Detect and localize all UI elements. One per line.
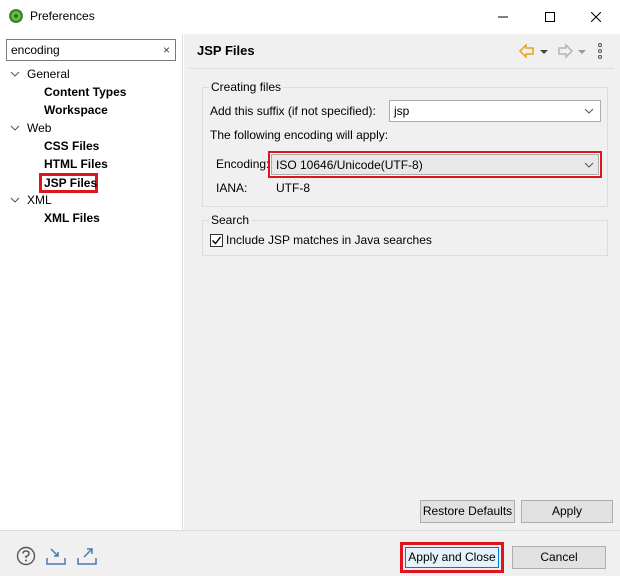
cancel-button[interactable]: Cancel: [512, 546, 606, 569]
suffix-value: jsp: [394, 104, 410, 118]
export-icon[interactable]: [76, 546, 98, 566]
tree-label-workspace: Workspace: [44, 103, 108, 117]
include-jsp-label[interactable]: Include JSP matches in Java searches: [226, 233, 432, 247]
iana-value: UTF-8: [276, 181, 310, 195]
apply-and-close-highlight: Apply and Close: [400, 542, 504, 573]
tree-label-jsp-files: JSP Files: [44, 176, 98, 190]
tree-label-general: General: [27, 67, 70, 81]
restore-defaults-button[interactable]: Restore Defaults: [420, 500, 515, 523]
eclipse-logo-icon: [9, 9, 23, 23]
maximize-icon: [545, 12, 555, 22]
import-icon[interactable]: [45, 546, 67, 566]
page-title: JSP Files: [197, 43, 255, 58]
suffix-combo[interactable]: jsp: [389, 100, 601, 122]
maximize-button[interactable]: [527, 4, 573, 30]
chevron-down-icon[interactable]: [10, 65, 20, 83]
page-header: JSP Files: [184, 34, 620, 68]
title-bar: Preferences: [0, 0, 620, 34]
forward-arrow-icon[interactable]: [556, 42, 574, 60]
filter-text: encoding: [11, 43, 60, 57]
suffix-label: Add this suffix (if not specified):: [210, 104, 376, 118]
apply-and-close-button[interactable]: Apply and Close: [405, 547, 499, 568]
back-arrow-icon[interactable]: [518, 42, 536, 60]
preference-tree-panel: encoding × General Content Types Workspa…: [0, 34, 183, 530]
dialog-button-bar: Apply and Close Cancel: [0, 530, 620, 576]
tree-label-html-files: HTML Files: [44, 157, 108, 171]
checkmark-icon: [212, 236, 222, 245]
encoding-note: The following encoding will apply:: [210, 128, 389, 142]
chevron-down-icon[interactable]: [10, 119, 20, 137]
forward-dropdown-icon[interactable]: [578, 42, 586, 60]
tree-label-css-files: CSS Files: [44, 139, 100, 153]
tree-label-content-types: Content Types: [44, 85, 127, 99]
window-title: Preferences: [30, 9, 95, 23]
close-icon: [591, 12, 601, 22]
tree-label-xml: XML: [27, 193, 52, 207]
minimize-button[interactable]: [480, 4, 526, 30]
encoding-value: ISO 10646/Unicode(UTF-8): [276, 158, 423, 172]
apply-button[interactable]: Apply: [521, 500, 613, 523]
include-jsp-checkbox[interactable]: [210, 234, 223, 247]
creating-files-title: Creating files: [209, 80, 284, 94]
chevron-down-icon[interactable]: [10, 191, 20, 209]
close-button[interactable]: [573, 4, 619, 30]
iana-label: IANA:: [216, 181, 248, 195]
encoding-label: Encoding:: [216, 157, 270, 171]
chevron-down-icon: [584, 108, 594, 114]
help-icon[interactable]: [15, 546, 37, 566]
tree-label-xml-files: XML Files: [44, 211, 100, 225]
back-dropdown-icon[interactable]: [540, 42, 548, 60]
clear-filter-icon[interactable]: ×: [163, 43, 170, 57]
tree-item-jsp-files[interactable]: JSP Files: [39, 173, 98, 193]
tree-label-web: Web: [27, 121, 52, 135]
header-separator: [189, 68, 614, 69]
chevron-down-icon: [584, 162, 594, 168]
filter-input[interactable]: encoding ×: [6, 39, 176, 61]
minimize-icon: [498, 16, 508, 18]
preference-page: JSP Files Creating files Add this suffix…: [184, 34, 620, 530]
search-title: Search: [209, 213, 252, 227]
view-menu-icon[interactable]: [596, 42, 604, 60]
encoding-combo[interactable]: ISO 10646/Unicode(UTF-8): [268, 151, 602, 178]
